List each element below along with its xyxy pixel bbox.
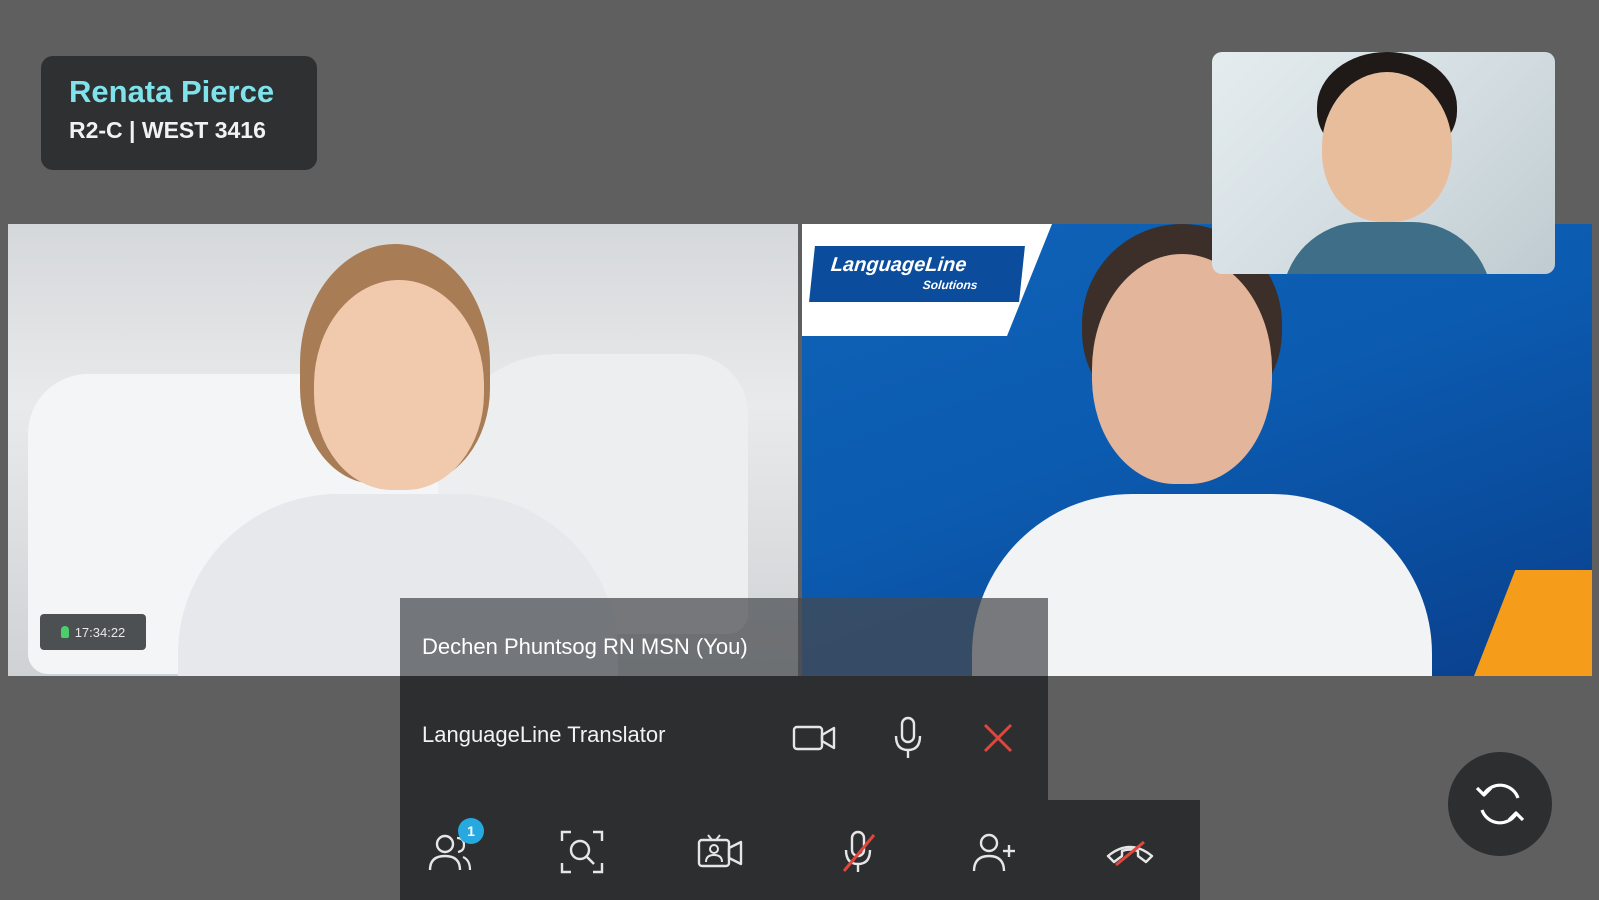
- mute-mic-button[interactable]: [828, 824, 888, 880]
- camera-settings-button[interactable]: [690, 824, 750, 880]
- translator-bar: LanguageLine Translator: [400, 676, 1048, 800]
- patient-face: [314, 280, 484, 490]
- translator-video-button[interactable]: [790, 714, 838, 762]
- zoom-icon: [560, 830, 604, 874]
- participants-button[interactable]: 1: [420, 818, 484, 880]
- person-icon: [60, 626, 69, 638]
- call-timer: 17:34:22: [74, 624, 126, 640]
- video-camera-person-icon: [697, 834, 743, 868]
- logo-sub-text: Solutions: [922, 278, 979, 292]
- close-icon: [983, 723, 1013, 753]
- patient-name: Renata Pierce: [69, 74, 275, 109]
- patient-info-card: Renata Pierce R2-C | WEST 3416: [41, 56, 317, 170]
- call-timer-badge: 17:34:22: [40, 614, 146, 650]
- switch-camera-button[interactable]: [1448, 752, 1552, 856]
- participants-count-badge: 1: [458, 818, 484, 844]
- patient-room: R2-C | WEST 3416: [69, 117, 266, 143]
- self-video-tile[interactable]: [1212, 52, 1555, 274]
- end-call-button[interactable]: [1100, 824, 1160, 880]
- add-participant-button[interactable]: [964, 824, 1024, 880]
- logo-panel: LanguageLine Solutions: [802, 224, 1052, 336]
- self-name-strip: Dechen Phuntsog RN MSN (You): [400, 598, 1048, 676]
- refresh-icon: [1475, 783, 1525, 825]
- clinician-scrubs: [1282, 222, 1492, 274]
- translator-label: LanguageLine Translator: [422, 722, 666, 747]
- microphone-icon: [894, 716, 922, 758]
- clinician-face: [1322, 72, 1452, 222]
- interpreter-face: [1092, 254, 1272, 484]
- orange-accent-shape: [1474, 570, 1592, 676]
- call-toolbar: 1: [400, 800, 1200, 900]
- translator-mic-button[interactable]: [884, 714, 932, 762]
- microphone-muted-icon: [842, 830, 876, 872]
- translator-end-button[interactable]: [974, 714, 1022, 762]
- logo-main-text: LanguageLine: [829, 254, 968, 276]
- add-user-icon: [972, 833, 1015, 872]
- hang-up-icon: [1106, 840, 1154, 867]
- zoom-view-button[interactable]: [552, 824, 612, 880]
- video-camera-icon: [792, 725, 836, 751]
- self-name-label: Dechen Phuntsog RN MSN (You): [422, 634, 748, 659]
- languageline-logo: LanguageLine Solutions: [809, 246, 1025, 302]
